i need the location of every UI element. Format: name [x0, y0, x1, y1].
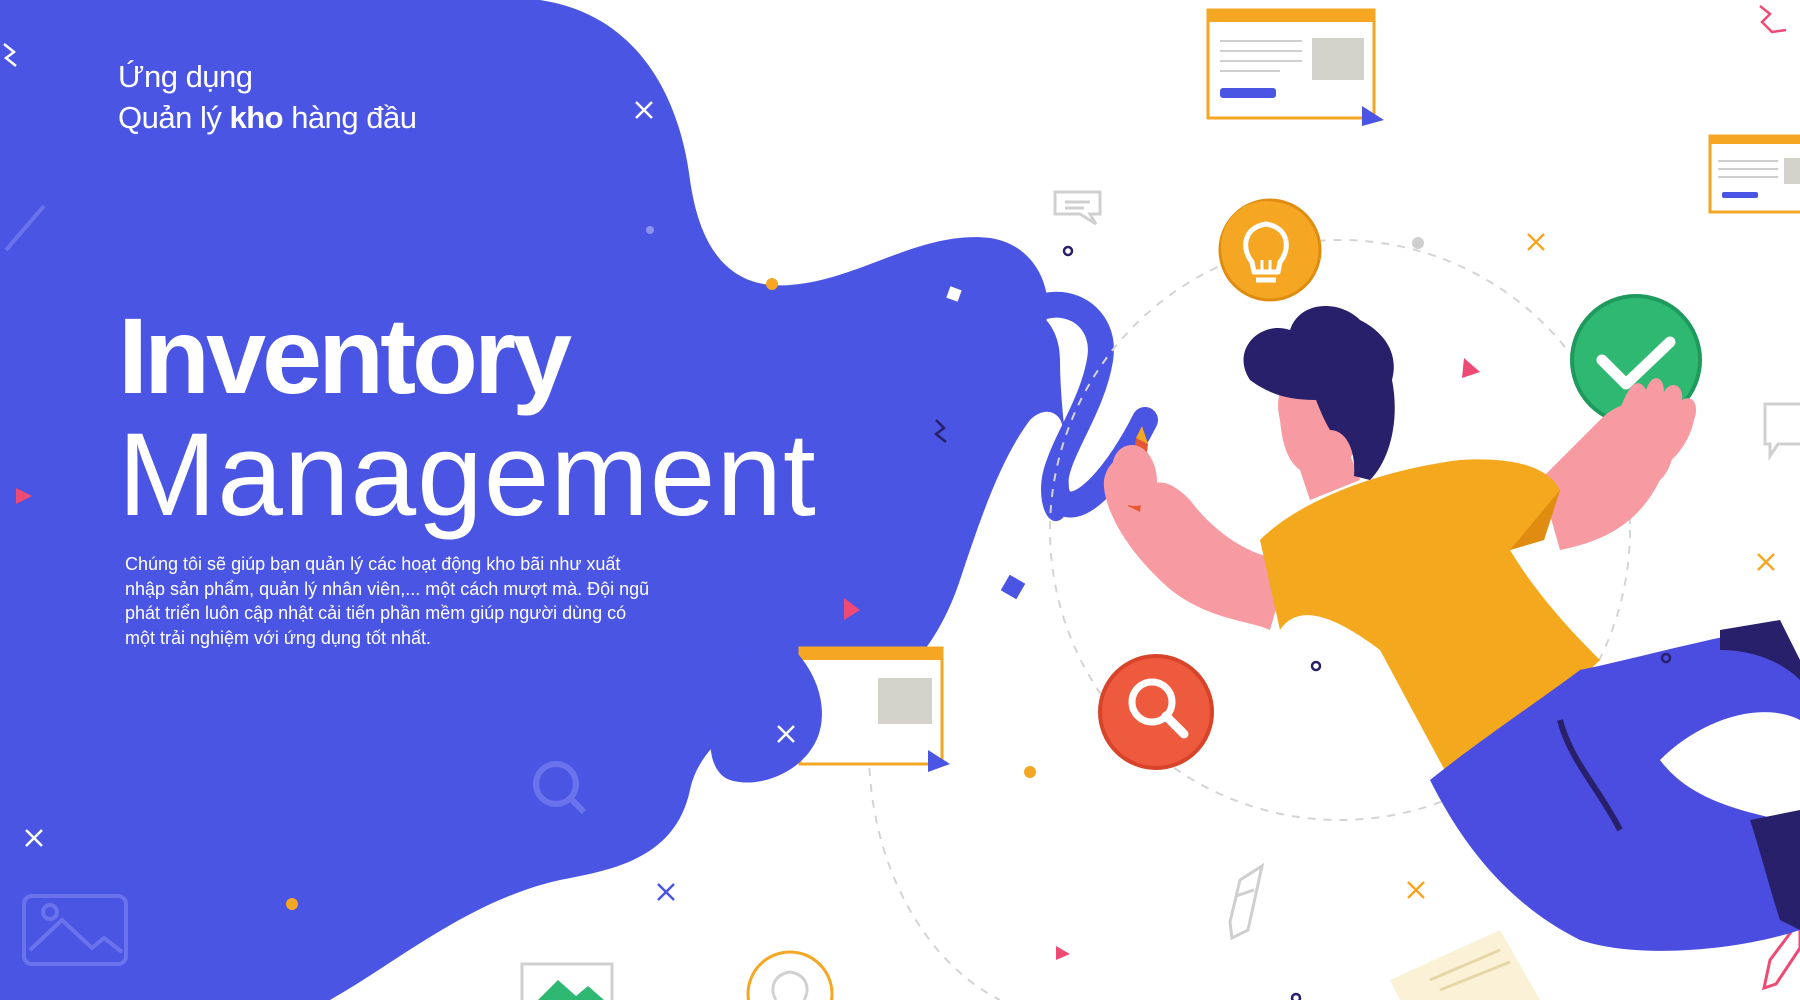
tagline-line-2-post: hàng đầu — [283, 100, 417, 135]
tagline-line-1: Ứng dụng — [118, 59, 253, 94]
lightbulb-outline-icon — [746, 950, 834, 1000]
pencil-icon — [1228, 862, 1265, 941]
window-card-top — [1206, 8, 1384, 126]
chat-bubble-icon — [1763, 402, 1800, 461]
app-tagline: Ứng dụng Quản lý kho hàng đầu — [118, 56, 618, 138]
hero-description: Chúng tôi sẽ giúp bạn quản lý các hoạt đ… — [125, 554, 650, 648]
tagline-line-2: Quản lý kho hàng đầu — [118, 97, 618, 138]
tagline-line-2-bold: kho — [229, 100, 284, 135]
hero-title-bold: Inventory — [118, 295, 572, 416]
paper-icon — [1390, 930, 1540, 1000]
character-illustration — [1103, 306, 1800, 951]
tagline-line-2-pre: Quản lý — [118, 100, 230, 135]
window-card-right — [1708, 134, 1800, 214]
hero-title-light: Management — [118, 409, 817, 541]
chat-bubble-icon — [1053, 190, 1102, 226]
image-card-bottom — [520, 962, 614, 1000]
window-card-middle — [798, 646, 950, 772]
lightbulb-icon — [1218, 198, 1322, 302]
search-icon — [1098, 654, 1214, 770]
